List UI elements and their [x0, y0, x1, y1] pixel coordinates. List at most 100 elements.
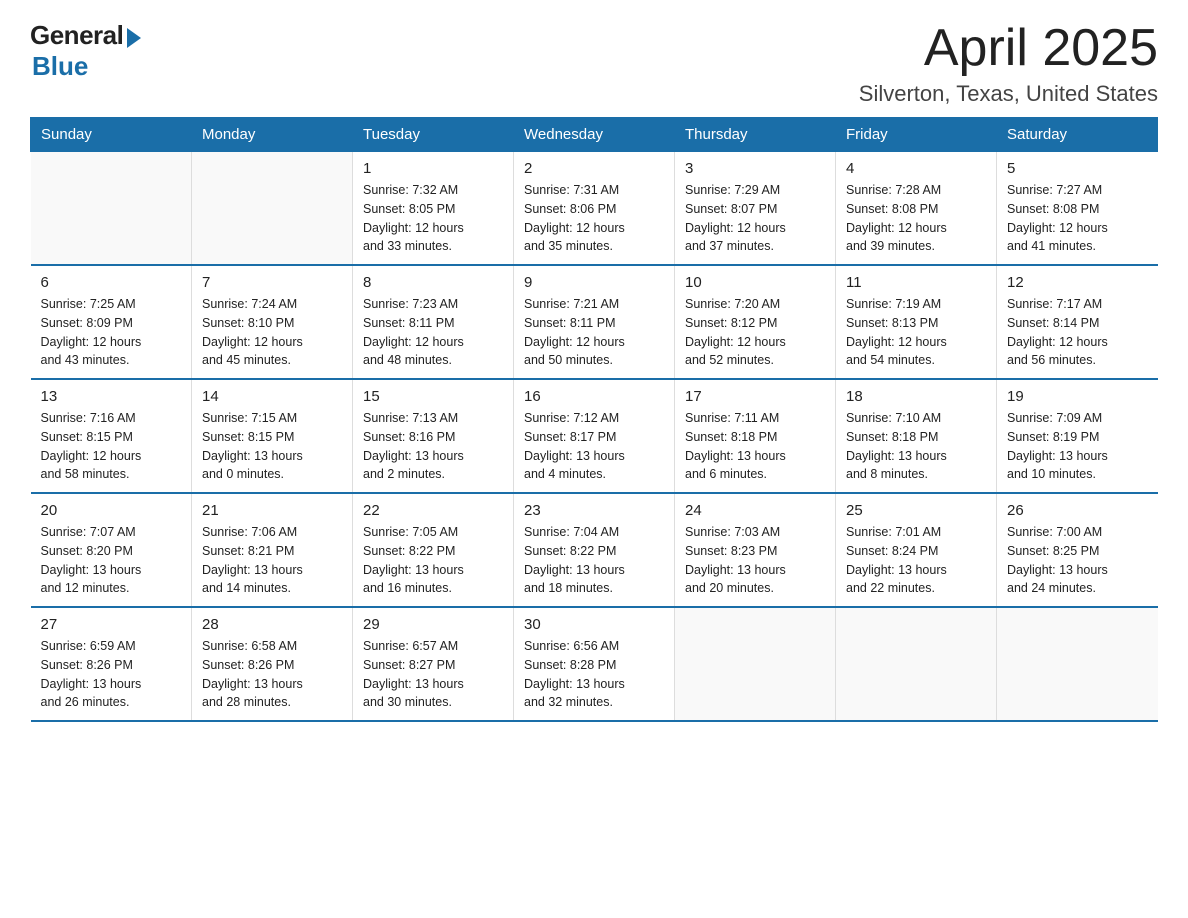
- page-header: General Blue April 2025 Silverton, Texas…: [30, 20, 1158, 107]
- calendar-day-cell: [997, 607, 1158, 721]
- calendar-day-cell: 11 Sunrise: 7:19 AM Sunset: 8:13 PM Dayli…: [836, 265, 997, 379]
- day-info: Sunrise: 7:31 AM Sunset: 8:06 PM Dayligh…: [524, 181, 664, 256]
- day-number: 2: [524, 160, 664, 177]
- calendar-header-cell: Friday: [836, 118, 997, 152]
- calendar-day-cell: 16 Sunrise: 7:12 AM Sunset: 8:17 PM Dayli…: [514, 379, 675, 493]
- day-info: Sunrise: 6:58 AM Sunset: 8:26 PM Dayligh…: [202, 637, 342, 712]
- calendar-week-row: 13 Sunrise: 7:16 AM Sunset: 8:15 PM Dayli…: [31, 379, 1158, 493]
- day-info: Sunrise: 7:07 AM Sunset: 8:20 PM Dayligh…: [41, 523, 182, 598]
- calendar-day-cell: 6Sunrise: 7:25 AM Sunset: 8:09 PM Daylig…: [31, 265, 192, 379]
- calendar-day-cell: 21 Sunrise: 7:06 AM Sunset: 8:21 PM Dayli…: [192, 493, 353, 607]
- calendar-day-cell: 25 Sunrise: 7:01 AM Sunset: 8:24 PM Dayli…: [836, 493, 997, 607]
- day-info: Sunrise: 7:21 AM Sunset: 8:11 PM Dayligh…: [524, 295, 664, 370]
- calendar-day-cell: 20 Sunrise: 7:07 AM Sunset: 8:20 PM Dayli…: [31, 493, 192, 607]
- day-number: 27: [41, 616, 182, 633]
- day-info: Sunrise: 7:04 AM Sunset: 8:22 PM Dayligh…: [524, 523, 664, 598]
- calendar-week-row: 20 Sunrise: 7:07 AM Sunset: 8:20 PM Dayli…: [31, 493, 1158, 607]
- day-number: 19: [1007, 388, 1148, 405]
- calendar-day-cell: 24Sunrise: 7:03 AM Sunset: 8:23 PM Dayli…: [675, 493, 836, 607]
- calendar-day-cell: 13 Sunrise: 7:16 AM Sunset: 8:15 PM Dayli…: [31, 379, 192, 493]
- day-number: 1: [363, 160, 503, 177]
- calendar-day-cell: 5Sunrise: 7:27 AM Sunset: 8:08 PM Daylig…: [997, 152, 1158, 266]
- calendar-day-cell: 3 Sunrise: 7:29 AM Sunset: 8:07 PM Daylig…: [675, 152, 836, 266]
- calendar-header-cell: Tuesday: [353, 118, 514, 152]
- day-info: Sunrise: 7:00 AM Sunset: 8:25 PM Dayligh…: [1007, 523, 1148, 598]
- calendar-body: 1Sunrise: 7:32 AM Sunset: 8:05 PM Daylig…: [31, 152, 1158, 722]
- day-number: 8: [363, 274, 503, 291]
- calendar-day-cell: 26 Sunrise: 7:00 AM Sunset: 8:25 PM Dayli…: [997, 493, 1158, 607]
- calendar-header: SundayMondayTuesdayWednesdayThursdayFrid…: [31, 118, 1158, 152]
- calendar-day-cell: 18Sunrise: 7:10 AM Sunset: 8:18 PM Dayli…: [836, 379, 997, 493]
- day-info: Sunrise: 7:27 AM Sunset: 8:08 PM Dayligh…: [1007, 181, 1148, 256]
- day-number: 26: [1007, 502, 1148, 519]
- day-info: Sunrise: 7:01 AM Sunset: 8:24 PM Dayligh…: [846, 523, 986, 598]
- calendar-day-cell: 30Sunrise: 6:56 AM Sunset: 8:28 PM Dayli…: [514, 607, 675, 721]
- day-number: 18: [846, 388, 986, 405]
- month-title: April 2025: [859, 20, 1158, 77]
- location-title: Silverton, Texas, United States: [859, 81, 1158, 107]
- day-number: 14: [202, 388, 342, 405]
- calendar-day-cell: 28 Sunrise: 6:58 AM Sunset: 8:26 PM Dayli…: [192, 607, 353, 721]
- day-info: Sunrise: 7:28 AM Sunset: 8:08 PM Dayligh…: [846, 181, 986, 256]
- day-number: 16: [524, 388, 664, 405]
- logo-blue-text: Blue: [32, 51, 88, 82]
- day-info: Sunrise: 7:05 AM Sunset: 8:22 PM Dayligh…: [363, 523, 503, 598]
- calendar-day-cell: [675, 607, 836, 721]
- day-info: Sunrise: 7:29 AM Sunset: 8:07 PM Dayligh…: [685, 181, 825, 256]
- day-number: 20: [41, 502, 182, 519]
- calendar-day-cell: 9Sunrise: 7:21 AM Sunset: 8:11 PM Daylig…: [514, 265, 675, 379]
- calendar-day-cell: 4Sunrise: 7:28 AM Sunset: 8:08 PM Daylig…: [836, 152, 997, 266]
- day-number: 24: [685, 502, 825, 519]
- day-number: 13: [41, 388, 182, 405]
- logo-general-text: General: [30, 20, 123, 51]
- calendar-day-cell: 8 Sunrise: 7:23 AM Sunset: 8:11 PM Daylig…: [353, 265, 514, 379]
- calendar-day-cell: 19Sunrise: 7:09 AM Sunset: 8:19 PM Dayli…: [997, 379, 1158, 493]
- day-number: 29: [363, 616, 503, 633]
- day-info: Sunrise: 6:59 AM Sunset: 8:26 PM Dayligh…: [41, 637, 182, 712]
- calendar-table: SundayMondayTuesdayWednesdayThursdayFrid…: [30, 117, 1158, 722]
- calendar-day-cell: 2 Sunrise: 7:31 AM Sunset: 8:06 PM Daylig…: [514, 152, 675, 266]
- day-number: 11: [846, 274, 986, 291]
- day-number: 28: [202, 616, 342, 633]
- day-number: 21: [202, 502, 342, 519]
- calendar-header-row: SundayMondayTuesdayWednesdayThursdayFrid…: [31, 118, 1158, 152]
- calendar-day-cell: 7 Sunrise: 7:24 AM Sunset: 8:10 PM Daylig…: [192, 265, 353, 379]
- day-info: Sunrise: 7:19 AM Sunset: 8:13 PM Dayligh…: [846, 295, 986, 370]
- logo-arrow-icon: [127, 28, 141, 48]
- day-info: Sunrise: 6:56 AM Sunset: 8:28 PM Dayligh…: [524, 637, 664, 712]
- calendar-header-cell: Monday: [192, 118, 353, 152]
- day-number: 6: [41, 274, 182, 291]
- calendar-day-cell: 22 Sunrise: 7:05 AM Sunset: 8:22 PM Dayli…: [353, 493, 514, 607]
- day-number: 12: [1007, 274, 1148, 291]
- calendar-header-cell: Sunday: [31, 118, 192, 152]
- day-info: Sunrise: 7:17 AM Sunset: 8:14 PM Dayligh…: [1007, 295, 1148, 370]
- day-info: Sunrise: 7:24 AM Sunset: 8:10 PM Dayligh…: [202, 295, 342, 370]
- calendar-day-cell: 27 Sunrise: 6:59 AM Sunset: 8:26 PM Dayli…: [31, 607, 192, 721]
- day-number: 25: [846, 502, 986, 519]
- calendar-day-cell: 12 Sunrise: 7:17 AM Sunset: 8:14 PM Dayli…: [997, 265, 1158, 379]
- calendar-day-cell: 15Sunrise: 7:13 AM Sunset: 8:16 PM Dayli…: [353, 379, 514, 493]
- calendar-day-cell: [31, 152, 192, 266]
- calendar-day-cell: 10 Sunrise: 7:20 AM Sunset: 8:12 PM Dayli…: [675, 265, 836, 379]
- day-info: Sunrise: 7:12 AM Sunset: 8:17 PM Dayligh…: [524, 409, 664, 484]
- calendar-header-cell: Thursday: [675, 118, 836, 152]
- calendar-day-cell: 23Sunrise: 7:04 AM Sunset: 8:22 PM Dayli…: [514, 493, 675, 607]
- calendar-header-cell: Wednesday: [514, 118, 675, 152]
- logo: General Blue: [30, 20, 141, 82]
- calendar-header-cell: Saturday: [997, 118, 1158, 152]
- day-number: 22: [363, 502, 503, 519]
- day-info: Sunrise: 7:23 AM Sunset: 8:11 PM Dayligh…: [363, 295, 503, 370]
- calendar-week-row: 1Sunrise: 7:32 AM Sunset: 8:05 PM Daylig…: [31, 152, 1158, 266]
- day-info: Sunrise: 7:06 AM Sunset: 8:21 PM Dayligh…: [202, 523, 342, 598]
- calendar-day-cell: 17Sunrise: 7:11 AM Sunset: 8:18 PM Dayli…: [675, 379, 836, 493]
- day-info: Sunrise: 7:20 AM Sunset: 8:12 PM Dayligh…: [685, 295, 825, 370]
- day-info: Sunrise: 7:15 AM Sunset: 8:15 PM Dayligh…: [202, 409, 342, 484]
- day-number: 3: [685, 160, 825, 177]
- calendar-week-row: 27 Sunrise: 6:59 AM Sunset: 8:26 PM Dayli…: [31, 607, 1158, 721]
- day-number: 7: [202, 274, 342, 291]
- day-info: Sunrise: 6:57 AM Sunset: 8:27 PM Dayligh…: [363, 637, 503, 712]
- day-number: 17: [685, 388, 825, 405]
- day-info: Sunrise: 7:16 AM Sunset: 8:15 PM Dayligh…: [41, 409, 182, 484]
- calendar-day-cell: [836, 607, 997, 721]
- day-number: 10: [685, 274, 825, 291]
